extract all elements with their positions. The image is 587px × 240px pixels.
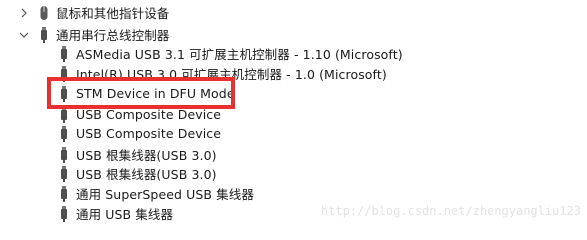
mouse-icon [39, 4, 49, 22]
usb-device-icon [59, 85, 69, 103]
usb-device-icon [59, 146, 69, 164]
device-label: Intel(R) USB 3.0 可扩展主机控制器 - 1.0 (Microso… [76, 67, 387, 82]
category-mouse-devices[interactable]: 鼠标和其他指针设备 [19, 1, 169, 24]
usb-device-icon [59, 106, 69, 124]
device-item[interactable]: USB Composite Device [59, 122, 221, 145]
chevron-down-icon[interactable] [19, 30, 29, 40]
device-label: 通用 SuperSpeed USB 集线器 [76, 187, 254, 202]
device-item[interactable]: 通用 USB 集线器 [59, 202, 173, 225]
category-label: 鼠标和其他指针设备 [56, 6, 170, 21]
usb-device-icon [59, 45, 69, 63]
device-label: 通用 USB 集线器 [76, 207, 174, 222]
usb-device-icon [59, 185, 69, 203]
watermark: http://blog.csdn.net/zhengyangliu123 [320, 204, 581, 218]
device-tree: 鼠标和其他指针设备 通用串行总线控制器 ASMedia USB 3.1 可扩展主… [0, 0, 587, 224]
device-label: STM Device in DFU Mode [76, 86, 235, 101]
usb-device-icon [59, 165, 69, 183]
device-label: USB Composite Device [76, 126, 222, 141]
device-item-stm-dfu[interactable]: STM Device in DFU Mode [59, 82, 235, 105]
device-label: ASMedia USB 3.1 可扩展主机控制器 - 1.10 (Microso… [76, 47, 403, 62]
usb-controller-icon [39, 26, 49, 44]
device-label: USB Composite Device [76, 107, 222, 122]
chevron-right-icon[interactable] [19, 8, 29, 18]
usb-device-icon [59, 205, 69, 223]
usb-device-icon [59, 125, 69, 143]
device-label: USB 根集线器(USB 3.0) [76, 167, 217, 182]
usb-device-icon [59, 65, 69, 83]
